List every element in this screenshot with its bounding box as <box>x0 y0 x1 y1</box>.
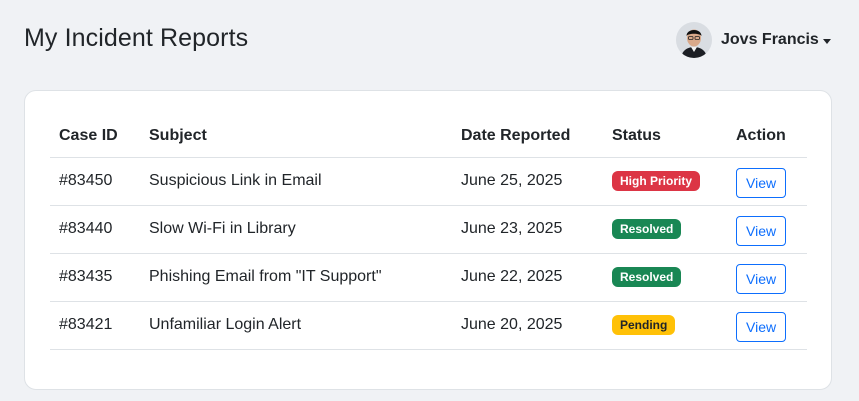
status-badge: Pending <box>612 315 676 335</box>
status-badge: High Priority <box>612 171 701 191</box>
action-cell: View <box>727 157 807 206</box>
case-id-cell: #83440 <box>50 205 140 254</box>
incident-reports-table: Case ID Subject Date Reported Status Act… <box>50 115 807 350</box>
page: My Incident Reports Jovs Francis Case ID… <box>0 0 859 401</box>
status-cell: Pending <box>603 301 727 350</box>
subject-cell: Phishing Email from "IT Support" <box>140 253 452 302</box>
user-avatar <box>676 22 712 58</box>
incident-reports-card: Case ID Subject Date Reported Status Act… <box>24 90 832 390</box>
status-cell: Resolved <box>603 205 727 254</box>
date-cell: June 22, 2025 <box>452 253 603 302</box>
case-id-cell: #83450 <box>50 157 140 206</box>
date-cell: June 20, 2025 <box>452 301 603 350</box>
date-cell: June 23, 2025 <box>452 205 603 254</box>
column-header-subject: Subject <box>140 115 452 158</box>
column-header-status: Status <box>603 115 727 158</box>
user-menu-dropdown[interactable]: Jovs Francis <box>676 20 831 60</box>
user-avatar-icon <box>676 22 712 58</box>
column-header-date-reported: Date Reported <box>452 115 603 158</box>
action-cell: View <box>727 205 807 254</box>
subject-cell: Unfamiliar Login Alert <box>140 301 452 350</box>
column-header-case-id: Case ID <box>50 115 140 158</box>
table-row: #83450 Suspicious Link in Email June 25,… <box>50 157 807 206</box>
action-cell: View <box>727 253 807 302</box>
subject-cell: Slow Wi-Fi in Library <box>140 205 452 254</box>
user-name: Jovs Francis <box>721 31 819 48</box>
view-button[interactable]: View <box>736 216 787 246</box>
status-cell: Resolved <box>603 253 727 302</box>
status-cell: High Priority <box>603 157 727 206</box>
table-row: #83440 Slow Wi-Fi in Library June 23, 20… <box>50 205 807 254</box>
view-button[interactable]: View <box>736 168 787 198</box>
view-button[interactable]: View <box>736 264 787 294</box>
caret-down-icon <box>822 38 831 44</box>
case-id-cell: #83435 <box>50 253 140 302</box>
page-title: My Incident Reports <box>24 24 249 52</box>
subject-cell: Suspicious Link in Email <box>140 157 452 206</box>
status-badge: Resolved <box>612 267 682 287</box>
table-row: #83421 Unfamiliar Login Alert June 20, 2… <box>50 301 807 350</box>
table-row: #83435 Phishing Email from "IT Support" … <box>50 253 807 302</box>
table-header-row: Case ID Subject Date Reported Status Act… <box>50 115 807 158</box>
date-cell: June 25, 2025 <box>452 157 603 206</box>
action-cell: View <box>727 301 807 350</box>
status-badge: Resolved <box>612 219 682 239</box>
column-header-action: Action <box>727 115 807 158</box>
case-id-cell: #83421 <box>50 301 140 350</box>
view-button[interactable]: View <box>736 312 787 342</box>
